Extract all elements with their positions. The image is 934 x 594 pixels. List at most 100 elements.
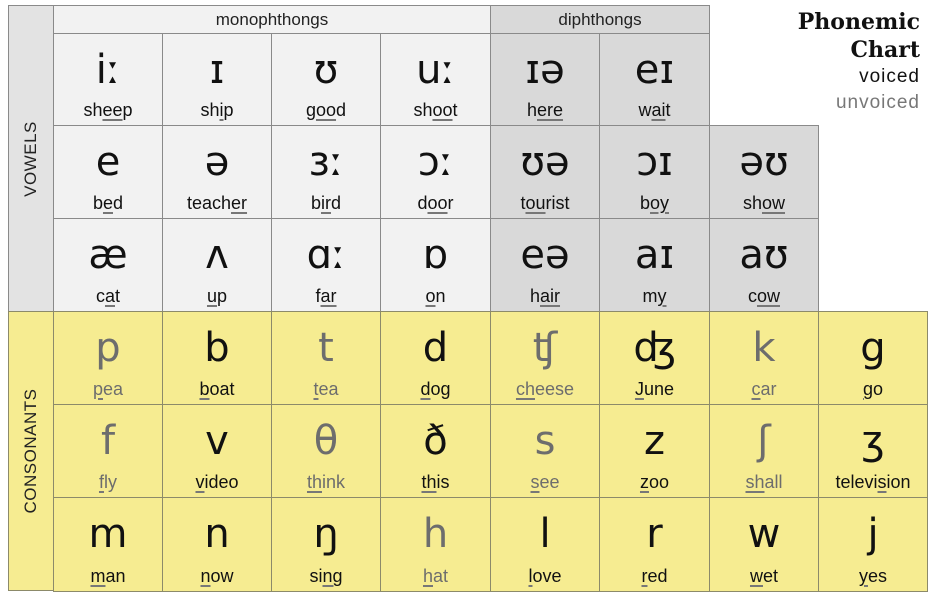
example-word: cheese	[515, 379, 575, 399]
diphthong-cell[interactable]: ʊə tourist	[490, 125, 600, 219]
voiced-consonant-cell[interactable]: g go	[818, 311, 928, 405]
highlighted-letters: b	[199, 379, 210, 399]
example-word: zoo	[639, 472, 670, 492]
unvoiced-consonant-cell[interactable]: s see	[490, 404, 600, 498]
monophthong-cell[interactable]: æ cat	[53, 218, 163, 312]
chart-title-line2: Chart	[850, 37, 920, 63]
phoneme-symbol: ɪ	[209, 47, 225, 93]
example-word: shoot	[413, 100, 458, 120]
example-word: tourist	[520, 193, 570, 213]
highlighted-letters: u	[206, 286, 217, 306]
diphthong-cell[interactable]: aɪ my	[599, 218, 710, 312]
voiced-consonant-cell[interactable]: ð this	[380, 404, 491, 498]
unvoiced-consonant-cell[interactable]: p pea	[53, 311, 163, 405]
unvoiced-consonant-cell[interactable]: ʃ shall	[709, 404, 819, 498]
highlighted-letters: ow	[762, 193, 786, 213]
phoneme-symbol: ʊə	[520, 139, 570, 185]
highlighted-letters: p	[92, 379, 103, 399]
voiced-consonant-cell[interactable]: n now	[162, 497, 272, 592]
highlighted-letters: ee	[102, 100, 123, 120]
phoneme-symbol: ʤ	[633, 325, 676, 371]
voiced-consonant-cell[interactable]: d dog	[380, 311, 491, 405]
example-word: man	[90, 566, 126, 586]
diphthong-cell[interactable]: əʊ show	[709, 125, 819, 219]
unvoiced-consonant-cell[interactable]: h hat	[380, 497, 491, 592]
voiced-consonant-cell[interactable]: ʤ June	[599, 311, 710, 405]
example-word: now	[200, 566, 234, 586]
phoneme-symbol: b	[204, 325, 230, 371]
example-word: yes	[858, 566, 887, 586]
phoneme-symbol: aɪ	[634, 232, 675, 278]
highlighted-letters: ere	[537, 100, 564, 120]
monophthong-cell[interactable]: iː sheep	[53, 33, 163, 126]
unvoiced-consonant-cell[interactable]: t tea	[271, 311, 381, 405]
example-word: show	[742, 193, 786, 213]
monophthong-cell[interactable]: e bed	[53, 125, 163, 219]
monophthong-cell[interactable]: ə teacher	[162, 125, 272, 219]
voiced-consonant-cell[interactable]: m man	[53, 497, 163, 592]
voiced-consonant-cell[interactable]: z zoo	[599, 404, 710, 498]
phoneme-symbol: h	[422, 511, 449, 557]
highlighted-letters: w	[749, 566, 763, 586]
phoneme-symbol: ə	[204, 139, 230, 185]
example-word: shall	[745, 472, 783, 492]
monophthongs-header-label: monophthongs	[215, 9, 329, 29]
monophthong-cell[interactable]: ɑː far	[271, 218, 381, 312]
example-word: television	[835, 472, 911, 492]
monophthong-cell[interactable]: ɔː door	[380, 125, 491, 219]
example-word: boat	[199, 379, 235, 399]
monophthongs-header: monophthongs	[53, 5, 491, 34]
monophthong-cell[interactable]: ɒ on	[380, 218, 491, 312]
vowels-section-label: VOWELS	[8, 5, 54, 312]
monophthong-cell[interactable]: uː shoot	[380, 33, 491, 126]
example-word: love	[528, 566, 562, 586]
diphthong-cell[interactable]: ɪə here	[490, 33, 600, 126]
example-word: wet	[749, 566, 778, 586]
voiced-consonant-cell[interactable]: r red	[599, 497, 710, 592]
example-word: June	[634, 379, 675, 399]
voiced-consonant-cell[interactable]: ʒ television	[818, 404, 928, 498]
example-word: wait	[638, 100, 671, 120]
unvoiced-consonant-cell[interactable]: f fly	[53, 404, 163, 498]
highlighted-letters: l	[528, 566, 533, 586]
phoneme-symbol: ʃ	[757, 418, 771, 464]
diphthong-cell[interactable]: aʊ cow	[709, 218, 819, 312]
chart-title-line1: Phonemic	[797, 9, 920, 35]
highlighted-letters: y	[657, 286, 667, 306]
voiced-consonant-cell[interactable]: v video	[162, 404, 272, 498]
unvoiced-consonant-cell[interactable]: ʧ cheese	[490, 311, 600, 405]
phoneme-symbol: ɔː	[417, 139, 454, 185]
example-word: bird	[310, 193, 342, 213]
monophthong-cell[interactable]: ɜː bird	[271, 125, 381, 219]
monophthong-cell[interactable]: ʌ up	[162, 218, 272, 312]
voiced-consonant-cell[interactable]: w wet	[709, 497, 819, 592]
highlighted-letters: f	[98, 472, 104, 492]
highlighted-letters: ai	[651, 100, 666, 120]
voiced-consonant-cell[interactable]: j yes	[818, 497, 928, 592]
phoneme-symbol: ɑː	[306, 232, 346, 278]
voiced-consonant-cell[interactable]: l love	[490, 497, 600, 592]
phoneme-symbol: ɔɪ	[636, 139, 673, 185]
phoneme-symbol: ʌ	[205, 232, 229, 278]
diphthong-cell[interactable]: ɔɪ boy	[599, 125, 710, 219]
phoneme-symbol: j	[867, 511, 879, 557]
consonants-section-label: CONSONANTS	[8, 311, 54, 591]
phoneme-symbol: t	[318, 325, 334, 371]
phoneme-symbol: f	[100, 418, 116, 464]
voiced-consonant-cell[interactable]: ŋ sing	[271, 497, 381, 592]
highlighted-letters: d	[420, 379, 431, 399]
example-word: pea	[92, 379, 124, 399]
phoneme-symbol: g	[860, 325, 886, 371]
diphthong-cell[interactable]: eə hair	[490, 218, 600, 312]
highlighted-letters: J	[634, 379, 644, 399]
example-word: far	[315, 286, 337, 306]
diphthong-cell[interactable]: eɪ wait	[599, 33, 710, 126]
unvoiced-consonant-cell[interactable]: θ think	[271, 404, 381, 498]
phoneme-symbol: əʊ	[739, 139, 789, 185]
example-word: this	[421, 472, 450, 492]
monophthong-cell[interactable]: ʊ good	[271, 33, 381, 126]
unvoiced-consonant-cell[interactable]: k car	[709, 311, 819, 405]
example-word: on	[425, 286, 446, 306]
voiced-consonant-cell[interactable]: b boat	[162, 311, 272, 405]
monophthong-cell[interactable]: ɪ ship	[162, 33, 272, 126]
